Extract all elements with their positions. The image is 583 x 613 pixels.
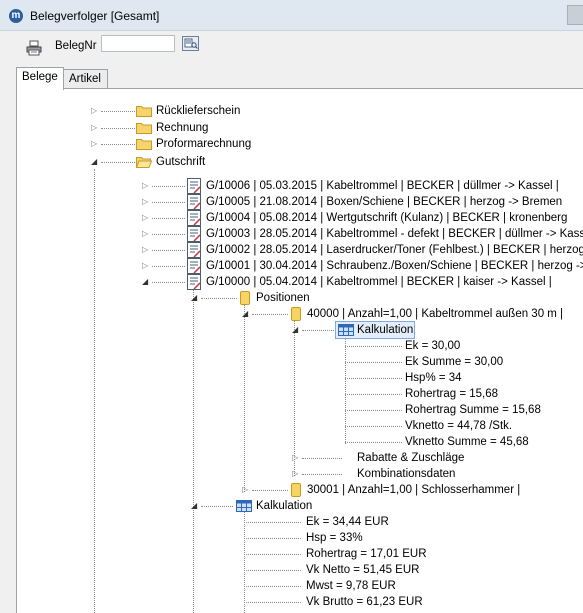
table-icon [236, 500, 252, 512]
expand-icon[interactable]: ▷ [91, 106, 99, 115]
tree-line [244, 512, 245, 613]
kombinationsdaten-label: Kombinationsdaten [357, 468, 456, 480]
expand-icon[interactable]: ▷ [142, 181, 150, 190]
document-icon [187, 194, 201, 210]
collapse-icon[interactable]: ◢ [142, 277, 150, 286]
tree-line [94, 169, 95, 613]
collapse-icon[interactable]: ◢ [242, 309, 250, 318]
value-label: Ek = 30,00 [405, 340, 461, 352]
value-label: Vk Brutto = 61,23 EUR [306, 596, 423, 608]
tree-line [244, 304, 245, 492]
position-icon [291, 483, 301, 497]
expand-icon[interactable]: ▷ [142, 197, 150, 206]
document-icon [187, 226, 201, 242]
title-bar: m Belegverfolger [Gesamt] [0, 0, 583, 31]
printer-icon[interactable] [25, 39, 43, 57]
value-label: Mwst = 9,78 EUR [306, 580, 396, 592]
search-icon[interactable] [182, 36, 199, 51]
positionen-icon [240, 291, 250, 305]
document-label: G/10002 | 28.05.2014 | Laserdrucker/Tone… [206, 244, 583, 256]
document-icon [187, 242, 201, 258]
value-label: Ek = 34,44 EUR [306, 516, 389, 528]
position-label: 40000 | Anzahl=1,00 | Kabeltrommel außen… [307, 308, 564, 320]
window-control-button[interactable] [567, 5, 583, 25]
expand-icon[interactable]: ▷ [142, 245, 150, 254]
document-label: G/10004 | 05.08.2014 | Wertgutschrift (K… [206, 212, 568, 224]
document-label: G/10006 | 05.03.2015 | Kabeltrommel | BE… [206, 180, 559, 192]
folder-label: Proformarechnung [156, 138, 252, 150]
document-icon [187, 274, 201, 290]
folder-icon [136, 123, 152, 134]
document-icon [187, 258, 201, 274]
expand-icon[interactable]: ▷ [142, 229, 150, 238]
document-icon [187, 178, 201, 194]
belege-panel: ▷ Rücklieferschein ▷ Rechnung ▷ Proforma… [16, 88, 583, 613]
collapse-icon[interactable]: ◢ [292, 325, 300, 334]
tree-line [345, 336, 346, 444]
table-icon [338, 324, 354, 336]
expand-icon[interactable]: ▷ [292, 453, 300, 462]
document-label: G/10005 | 21.08.2014 | Boxen/Schiene | B… [206, 196, 563, 208]
kalkulation-label: Kalkulation [256, 500, 313, 512]
expand-icon[interactable]: ▷ [91, 139, 99, 148]
folder-icon [136, 106, 152, 117]
folder-icon [136, 139, 152, 150]
beleg-tree: ▷ Rücklieferschein ▷ Rechnung ▷ Proforma… [17, 89, 583, 613]
belegnr-label: BelegNr [55, 40, 97, 52]
value-label: Vk Netto = 51,45 EUR [306, 564, 420, 576]
document-label: G/10000 | 05.04.2014 | Kabeltrommel | BE… [206, 276, 552, 288]
folder-label: Rücklieferschein [156, 105, 241, 117]
app-logo-icon: m [9, 9, 23, 23]
document-label: G/10003 | 28.05.2014 | Kabeltrommel - de… [206, 228, 583, 240]
collapse-icon[interactable]: ◢ [191, 293, 199, 302]
tab-artikel[interactable]: Artikel [63, 69, 108, 89]
tree-line [193, 288, 194, 613]
value-label: Rohertrag Summe = 15,68 [405, 404, 541, 416]
folder-label: Gutschrift [156, 156, 206, 168]
value-label: Rohertrag = 17,01 EUR [306, 548, 427, 560]
value-label: Rohertrag = 15,68 [405, 388, 499, 400]
document-label: G/10001 | 30.04.2014 | Schraubenz./Boxen… [206, 260, 583, 272]
folder-label: Rechnung [156, 122, 209, 134]
value-label: Ek Summe = 30,00 [405, 356, 504, 368]
expand-icon[interactable]: ▷ [242, 485, 250, 494]
value-label: Vknetto = 44,78 /Stk. [405, 420, 513, 432]
document-icon [187, 210, 201, 226]
value-label: Vknetto Summe = 45,68 [405, 436, 529, 448]
expand-icon[interactable]: ▷ [91, 123, 99, 132]
expand-icon[interactable]: ▷ [292, 469, 300, 478]
window-title: Belegverfolger [Gesamt] [30, 9, 160, 23]
positionen-label: Positionen [256, 292, 310, 304]
value-label: Hsp% = 34 [405, 372, 462, 384]
expand-icon[interactable]: ▷ [142, 213, 150, 222]
position-icon [291, 307, 301, 321]
tab-belege[interactable]: Belege [16, 67, 64, 90]
collapse-icon[interactable]: ◢ [191, 501, 199, 510]
rabatte-label: Rabatte & Zuschläge [357, 452, 465, 464]
expand-icon[interactable]: ▷ [142, 261, 150, 270]
kalkulation-label: Kalkulation [357, 324, 414, 336]
belegnr-input[interactable] [101, 35, 175, 52]
position-label: 30001 | Anzahl=1,00 | Schlosserhammer | [307, 484, 521, 496]
toolbar: BelegNr [0, 30, 583, 66]
folder-open-icon [136, 157, 152, 168]
collapse-icon[interactable]: ◢ [91, 157, 99, 166]
value-label: Hsp = 33% [306, 532, 363, 544]
